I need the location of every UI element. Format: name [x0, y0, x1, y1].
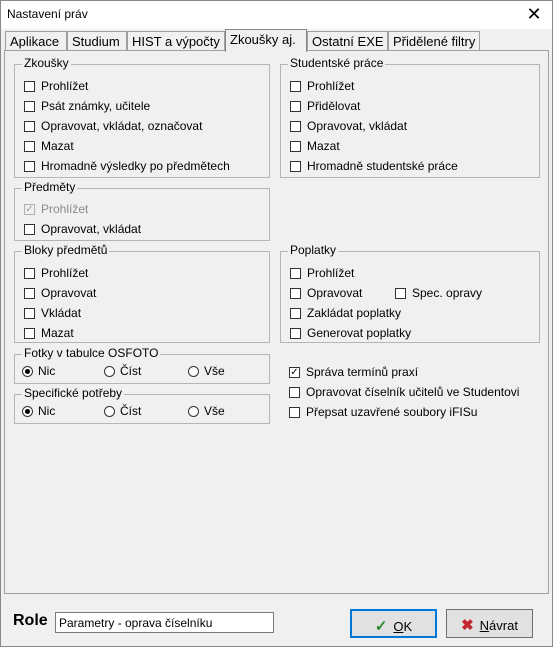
close-icon[interactable]: ✕ [524, 4, 544, 24]
group-zkousky: Zkoušky Prohlížet Psát známky, učitele O… [14, 56, 270, 178]
checkbox-label: Zakládat poplatky [307, 306, 402, 320]
navrat-label: ávrat [489, 618, 518, 633]
tab-zkousky[interactable]: Zkoušky aj. [225, 29, 307, 52]
checkbox-label: Mazat [41, 326, 74, 340]
navrat-button[interactable]: ✖ Návrat [446, 609, 533, 638]
checkbox-label: Přidělovat [307, 99, 361, 113]
checkbox-label: Hromadně výsledky po předmětech [41, 159, 230, 173]
checkbox-label: Hromadně studentské práce [307, 159, 458, 173]
ok-label: K [403, 619, 413, 634]
checkbox-box[interactable] [289, 407, 300, 418]
group-poplatky-title: Poplatky [288, 243, 339, 257]
checkbox-label: Opravovat, vkládat, označovat [41, 119, 203, 133]
checkbox-box[interactable] [290, 288, 301, 299]
group-zkousky-title: Zkoušky [22, 56, 71, 70]
check-icon: ✓ [374, 618, 388, 635]
checkbox-box[interactable] [290, 121, 301, 132]
cross-icon: ✖ [461, 617, 474, 634]
radio-dot[interactable] [104, 406, 115, 417]
checkbox-box[interactable] [24, 101, 35, 112]
checkbox-box[interactable] [24, 268, 35, 279]
checkbox-box[interactable] [290, 268, 301, 279]
checkbox-box[interactable] [289, 387, 300, 398]
checkbox-box[interactable] [395, 288, 406, 299]
group-fotky-title: Fotky v tabulce OSFOTO [22, 346, 161, 360]
checkbox-label: Prohlížet [41, 202, 89, 216]
checkbox-box[interactable] [290, 101, 301, 112]
checkbox-label: Opravovat číselník učitelů ve Studentovi [306, 385, 520, 399]
check-mark-icon: ✓ [24, 204, 35, 215]
tab-studium[interactable]: Studium [67, 31, 127, 51]
checkbox-box[interactable] [24, 328, 35, 339]
role-label: Role [13, 612, 48, 629]
checkbox-box[interactable] [290, 161, 301, 172]
checkbox-box[interactable] [290, 328, 301, 339]
checkbox-label: Mazat [307, 139, 340, 153]
checkbox-box[interactable] [24, 121, 35, 132]
checkbox-box[interactable] [24, 308, 35, 319]
checkbox-label: Vkládat [41, 306, 82, 320]
group-bloky-predmetu: Bloky předmětů Prohlížet Opravovat Vklád… [14, 243, 270, 343]
checkbox-label: Správa termínů praxí [306, 365, 419, 379]
group-bloky-title: Bloky předmětů [22, 243, 110, 257]
dialog-window: Nastavení práv ✕ Aplikace Studium HIST a… [0, 0, 553, 647]
radio-label: Nic [38, 364, 56, 378]
checkbox-label: Prohlížet [41, 79, 89, 93]
group-specificke-potreby: Specifické potřeby Nic Číst Vše [14, 386, 270, 424]
checkbox-label: Přepsat uzavřené soubory iFISu [306, 405, 478, 419]
radio-dot[interactable] [188, 366, 199, 377]
group-studentske-prace: Studentské práce Prohlížet Přidělovat Op… [280, 56, 540, 178]
checkbox-box[interactable] [24, 224, 35, 235]
role-input[interactable] [55, 612, 274, 633]
group-specificke-title: Specifické potřeby [22, 386, 125, 400]
tab-aplikace[interactable]: Aplikace [5, 31, 67, 51]
window-title: Nastavení práv [7, 7, 88, 21]
ok-accel: O [393, 619, 404, 634]
tab-panel: Zkoušky Prohlížet Psát známky, učitele O… [4, 50, 549, 594]
radio-label: Vše [204, 404, 225, 418]
checkbox-label: Prohlížet [41, 266, 89, 280]
checkbox-box[interactable] [24, 161, 35, 172]
radio-label: Číst [120, 404, 142, 418]
check-mark-icon[interactable]: ✓ [289, 367, 300, 378]
checkbox-label: Spec. opravy [412, 286, 483, 300]
checkbox-box[interactable] [290, 308, 301, 319]
checkbox-label: Prohlížet [307, 266, 355, 280]
checkbox-box[interactable] [24, 81, 35, 92]
tab-hist-vypocty[interactable]: HIST a výpočty [127, 31, 225, 51]
ok-button[interactable]: ✓ OK [350, 609, 437, 638]
radio-label: Číst [120, 364, 142, 378]
checkbox-label: Psát známky, učitele [41, 99, 151, 113]
group-predmety: Předměty ✓ Prohlížet Opravovat, vkládat [14, 180, 270, 241]
radio-dot[interactable] [22, 406, 33, 417]
group-studentske-title: Studentské práce [288, 56, 386, 70]
checkbox-label: Prohlížet [307, 79, 355, 93]
radio-dot[interactable] [22, 366, 33, 377]
checkbox-label: Opravovat [307, 286, 363, 300]
group-poplatky: Poplatky Prohlížet Opravovat Spec. oprav… [280, 243, 540, 343]
checkbox-box[interactable] [290, 141, 301, 152]
checkbox-label: Opravovat, vkládat [307, 119, 408, 133]
navrat-accel: N [479, 618, 490, 633]
radio-dot[interactable] [104, 366, 115, 377]
checkbox-label: Opravovat, vkládat [41, 222, 142, 236]
tab-pridelene-filtry[interactable]: Přidělené filtry [388, 31, 480, 51]
tab-ostatni-exe[interactable]: Ostatní EXE [307, 31, 388, 51]
checkbox-label: Generovat poplatky [307, 326, 412, 340]
checkbox-label: Mazat [41, 139, 74, 153]
checkbox-box[interactable] [24, 288, 35, 299]
group-fotky-osfoto: Fotky v tabulce OSFOTO Nic Číst Vše [14, 346, 270, 384]
checkbox-box[interactable] [24, 141, 35, 152]
checkbox-box[interactable] [290, 81, 301, 92]
group-predmety-title: Předměty [22, 180, 78, 194]
checkbox-label: Opravovat [41, 286, 97, 300]
radio-dot[interactable] [188, 406, 199, 417]
title-bar: Nastavení práv ✕ [1, 1, 552, 29]
radio-label: Nic [38, 404, 56, 418]
radio-label: Vše [204, 364, 225, 378]
